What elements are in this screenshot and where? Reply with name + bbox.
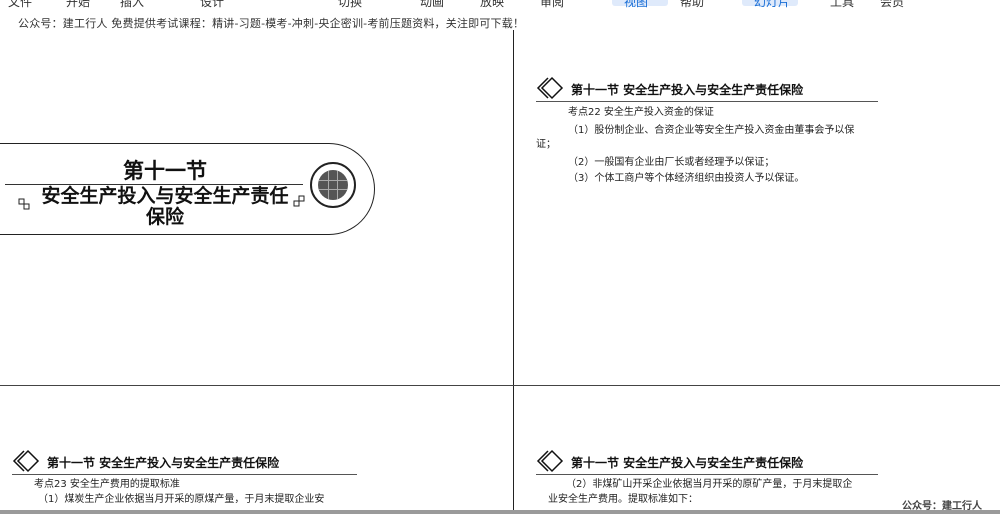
- corner-bracket-icon: [18, 198, 30, 210]
- corner-bracket-icon: [293, 195, 305, 207]
- content-line: （3）个体工商户等个体经济组织由投资人予以保证。: [568, 173, 805, 184]
- ribbon-tab-active[interactable]: 幻灯片: [754, 0, 790, 8]
- content-line: （1）煤炭生产企业依据当月开采的原煤产量，于月末提取企业安: [38, 494, 325, 505]
- content-line: 证；: [536, 139, 556, 150]
- section-header-text: 第十一节 安全生产投入与安全生产责任保险: [571, 83, 804, 97]
- content-line: 业安全生产费用。提取标准如下：: [548, 494, 698, 505]
- ribbon-tab-strip: 文件 开始 插入 设计 切换 动画 放映 审阅 视图 帮助 幻灯片 工具 会员: [0, 0, 1000, 8]
- slide-title: 第十一节: [123, 159, 207, 183]
- ribbon-tab[interactable]: 工具: [830, 0, 854, 8]
- point-heading: 考点23 安全生产费用的提取标准: [34, 479, 180, 490]
- slide-divider-vertical: [513, 30, 514, 514]
- slide-divider-horizontal: [0, 385, 1000, 386]
- ribbon-tab[interactable]: 动画: [420, 0, 444, 8]
- point-heading: 考点22 安全生产投入资金的保证: [568, 107, 714, 118]
- globe-emblem-icon: [310, 162, 356, 208]
- content-line: （2）一般国有企业由厂长或者经理予以保证；: [568, 157, 775, 168]
- ribbon-tab[interactable]: 设计: [200, 0, 224, 8]
- ribbon-tab[interactable]: 切换: [338, 0, 362, 8]
- slide-subtitle: 安全生产投入与安全生产责任 保险: [30, 186, 300, 228]
- section-header: 第十一节 安全生产投入与安全生产责任保险: [536, 449, 878, 475]
- ribbon-tab[interactable]: 开始: [66, 0, 90, 8]
- ribbon-tab[interactable]: 插入: [120, 0, 144, 8]
- section-header-rule: [536, 474, 878, 475]
- diamond-chevron-icon: [536, 76, 564, 100]
- diamond-chevron-icon: [12, 449, 40, 473]
- ribbon-tab[interactable]: 审阅: [540, 0, 564, 8]
- section-header-text: 第十一节 安全生产投入与安全生产责任保险: [47, 456, 280, 470]
- section-header-rule: [12, 474, 357, 475]
- section-header-text: 第十一节 安全生产投入与安全生产责任保险: [571, 456, 804, 470]
- ribbon-tab[interactable]: 帮助: [680, 0, 704, 8]
- subtitle-line: 保险: [145, 206, 184, 228]
- top-notice-text: 公众号：建工行人 免费提供考试课程：精讲-习题-模考-冲刺-央企密训-考前压题资…: [18, 17, 525, 30]
- subtitle-line: 安全生产投入与安全生产责任: [41, 185, 289, 207]
- ribbon-tab[interactable]: 文件: [8, 0, 32, 8]
- content-line: （2）非煤矿山开采企业依据当月开采的原矿产量，于月末提取企: [566, 479, 853, 490]
- bottom-scroll-bar[interactable]: [0, 510, 1000, 514]
- ribbon-tab[interactable]: 放映: [480, 0, 504, 8]
- ribbon-tab-active[interactable]: 视图: [624, 0, 648, 8]
- section-header: 第十一节 安全生产投入与安全生产责任保险: [536, 76, 878, 102]
- diamond-chevron-icon: [536, 449, 564, 473]
- ribbon-tab[interactable]: 会员: [880, 0, 904, 8]
- section-header: 第十一节 安全生产投入与安全生产责任保险: [12, 449, 357, 475]
- section-header-rule: [536, 101, 878, 102]
- content-line: （1）股份制企业、合资企业等安全生产投入资金由董事会予以保: [568, 125, 855, 136]
